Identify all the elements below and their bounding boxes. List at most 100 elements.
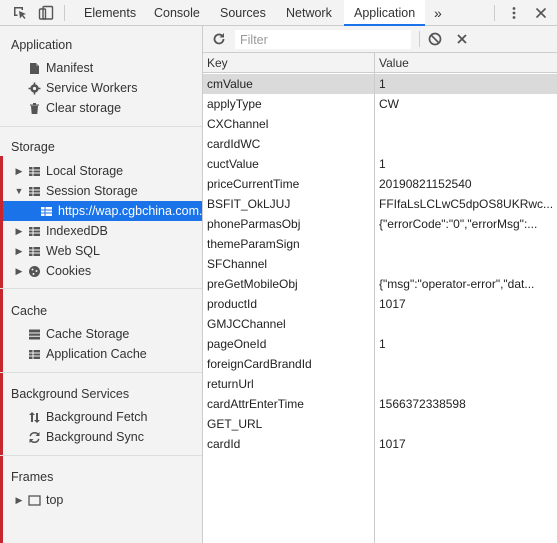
kebab-menu-icon[interactable] <box>506 5 522 21</box>
cell-key: GET_URL <box>207 417 263 431</box>
collapse-arrow-icon[interactable]: ▼ <box>14 181 24 201</box>
tab-elements[interactable]: Elements <box>84 0 136 26</box>
table-row[interactable]: GET_URL <box>203 414 557 434</box>
table-row[interactable]: foreignCardBrandId <box>203 354 557 374</box>
cell-key: cuctValue <box>207 157 259 171</box>
sidebar-item-local-storage[interactable]: ▶ Local Storage <box>0 161 202 181</box>
tab-console[interactable]: Console <box>154 0 200 26</box>
cell-key: CXChannel <box>207 117 269 131</box>
sidebar-item-frame-top[interactable]: ▶ top <box>0 490 202 510</box>
cell-key: priceCurrentTime <box>207 177 300 191</box>
table-row[interactable]: cmValue 1 <box>203 74 557 94</box>
cell-key: pageOneId <box>207 337 267 351</box>
cache-icon <box>28 327 41 340</box>
clear-all-icon[interactable] <box>427 31 443 47</box>
cell-value: 1 <box>379 157 386 171</box>
cell-value: 1 <box>379 77 386 91</box>
sidebar-item-manifest[interactable]: Manifest <box>0 58 202 78</box>
section-divider <box>0 288 202 289</box>
section-title-background-services: Background Services <box>11 387 130 401</box>
storage-toolbar <box>203 26 557 53</box>
table-row[interactable]: pageOneId 1 <box>203 334 557 354</box>
close-devtools-icon[interactable] <box>533 5 549 21</box>
document-icon <box>28 61 41 74</box>
expand-arrow-icon[interactable]: ▶ <box>14 241 24 261</box>
sidebar-item-cookies[interactable]: ▶ Cookies <box>0 261 202 281</box>
sidebar-item-application-cache[interactable]: Application Cache <box>0 344 202 364</box>
sync-icon <box>28 430 41 444</box>
section-divider <box>0 372 202 373</box>
table-row[interactable]: returnUrl <box>203 374 557 394</box>
cell-key: applyType <box>207 97 262 111</box>
cell-key: productId <box>207 297 258 311</box>
table-body: cmValue 1 applyType CW CXChannel cardIdWC cuct… <box>203 74 557 454</box>
column-header-value[interactable]: Value <box>379 53 409 73</box>
table-grid-icon <box>28 164 41 177</box>
expand-arrow-icon[interactable]: ▶ <box>14 221 24 241</box>
section-title-cache: Cache <box>11 304 48 318</box>
refresh-icon[interactable] <box>211 31 227 47</box>
cell-value: {"msg":"operator-error","dat... <box>379 277 535 291</box>
tab-application[interactable]: Application <box>344 0 426 26</box>
sidebar-item-background-sync[interactable]: Background Sync <box>0 427 202 447</box>
cell-value: {"errorCode":"0","errorMsg":... <box>379 217 538 231</box>
sidebar-item-web-sql[interactable]: ▶ Web SQL <box>0 241 202 261</box>
frame-icon <box>28 493 41 506</box>
table-row[interactable]: BSFIT_OkLJUJ FFIfaLsLCLwC5dpOS8UKRwc... <box>203 194 557 214</box>
cell-value: 20190821152540 <box>379 177 472 191</box>
table-row[interactable]: CXChannel <box>203 114 557 134</box>
cell-value: 1017 <box>379 437 406 451</box>
column-divider <box>374 53 375 543</box>
section-divider <box>0 455 202 456</box>
table-row[interactable]: priceCurrentTime 20190821152540 <box>203 174 557 194</box>
sidebar-item-background-fetch[interactable]: Background Fetch <box>0 407 202 427</box>
table-row[interactable]: productId 1017 <box>203 294 557 314</box>
table-header: Key Value <box>203 53 557 73</box>
sidebar-item-session-origin[interactable]: https://wap.cgbchina.com.cn <box>3 201 202 221</box>
section-title-frames: Frames <box>11 470 54 484</box>
table-row[interactable]: GMJCChannel <box>203 314 557 334</box>
table-row[interactable]: cardIdWC <box>203 134 557 154</box>
database-icon <box>28 244 41 257</box>
sidebar-item-clear-storage[interactable]: Clear storage <box>0 98 202 118</box>
tab-network[interactable]: Network <box>286 0 332 26</box>
sidebar-item-indexeddb[interactable]: ▶ IndexedDB <box>0 221 202 241</box>
cell-key: themeParamSign <box>207 237 300 251</box>
table-row[interactable]: cardAttrEnterTime 1566372338598 <box>203 394 557 414</box>
expand-arrow-icon[interactable]: ▶ <box>14 490 24 510</box>
cell-key: preGetMobileObj <box>207 277 298 291</box>
up-down-arrows-icon <box>28 410 41 423</box>
cell-value: FFIfaLsLCLwC5dpOS8UKRwc... <box>379 197 554 211</box>
column-header-key[interactable]: Key <box>207 53 228 73</box>
table-row[interactable]: themeParamSign <box>203 234 557 254</box>
device-toolbar-icon[interactable] <box>38 5 54 21</box>
sidebar-item-service-workers[interactable]: Service Workers <box>0 78 202 98</box>
table-row[interactable]: SFChannel <box>203 254 557 274</box>
tab-sources[interactable]: Sources <box>220 0 266 26</box>
cookie-icon <box>28 264 41 277</box>
table-row[interactable]: phoneParmasObj {"errorCode":"0","errorMsg… <box>203 214 557 234</box>
table-grid-icon <box>28 184 41 197</box>
more-tabs-button[interactable]: » <box>434 0 442 26</box>
cell-key: cmValue <box>207 77 253 91</box>
table-row[interactable]: cardId 1017 <box>203 434 557 454</box>
gear-icon <box>28 81 41 95</box>
filter-input[interactable] <box>235 30 411 49</box>
cell-value: 1566372338598 <box>379 397 466 411</box>
sidebar-item-cache-storage[interactable]: Cache Storage <box>0 324 202 344</box>
inspect-element-icon[interactable] <box>12 5 28 21</box>
toolbar-divider <box>419 31 420 47</box>
expand-arrow-icon[interactable]: ▶ <box>14 161 24 181</box>
table-row[interactable]: preGetMobileObj {"msg":"operator-error","… <box>203 274 557 294</box>
sidebar-item-session-storage[interactable]: ▼ Session Storage <box>0 181 202 201</box>
cell-key: cardId <box>207 437 241 451</box>
cell-key: cardAttrEnterTime <box>207 397 304 411</box>
cell-value: 1 <box>379 337 386 351</box>
devtools-tabbar: Elements Console Sources Network Applica… <box>0 0 557 26</box>
expand-arrow-icon[interactable]: ▶ <box>14 261 24 281</box>
cell-key: BSFIT_OkLJUJ <box>207 197 291 211</box>
delete-selected-icon[interactable] <box>454 31 470 47</box>
table-row[interactable]: cuctValue 1 <box>203 154 557 174</box>
table-row[interactable]: applyType CW <box>203 94 557 114</box>
section-title-application: Application <box>11 38 73 52</box>
